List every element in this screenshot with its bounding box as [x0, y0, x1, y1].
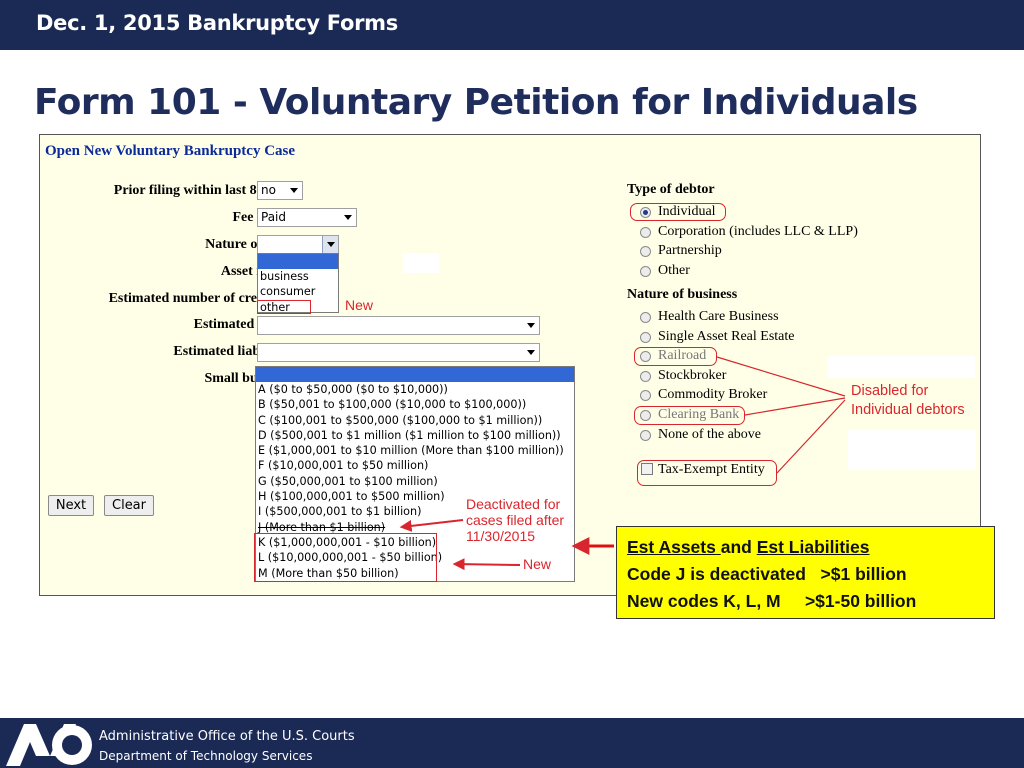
clear-button[interactable]: Clear [104, 495, 154, 516]
highlighted-blank-option[interactable] [256, 367, 574, 382]
deactivated-line-1: Deactivated for [466, 496, 561, 512]
callout-est-liabilities: Est Liabilities [756, 537, 870, 557]
blank-patch [403, 253, 439, 273]
option-partnership-label: Partnership [658, 243, 722, 258]
deactivated-line-3: 11/30/2015 [466, 528, 536, 544]
prior-filing-select[interactable]: no [257, 181, 303, 200]
callout-line-2: Code J is deactivated >$1 billion [627, 564, 907, 584]
option-stockbroker-label: Stockbroker [658, 368, 727, 383]
range-option-d[interactable]: D ($500,001 to $1 million ($1 million to… [256, 428, 574, 443]
radio-other[interactable] [640, 266, 651, 277]
chevron-down-icon [290, 188, 298, 193]
option-none-label: None of the above [658, 427, 762, 442]
chevron-down-icon [344, 215, 352, 220]
option-commodity-broker-label: Commodity Broker [658, 387, 768, 402]
callout-est-assets: Est Assets [627, 537, 721, 557]
blank-patch [827, 356, 975, 378]
form-heading: Open New Voluntary Bankruptcy Case [45, 143, 296, 159]
range-option-e[interactable]: E ($1,000,001 to $10 million (More than … [256, 443, 574, 458]
blank-patch [848, 430, 976, 470]
clearing-bank-highlight [634, 406, 745, 425]
callout-and: and [720, 537, 757, 557]
radio-commodity-broker[interactable] [640, 390, 651, 401]
option-health-care-label: Health Care Business [658, 309, 779, 324]
radio-none[interactable] [640, 430, 651, 441]
ao-logo [6, 724, 92, 766]
fee-status-value: Paid [261, 210, 287, 224]
deactivated-annotation: Deactivated for cases filed after 11/30/… [466, 496, 564, 544]
header-title: Dec. 1, 2015 Bankruptcy Forms [36, 11, 398, 35]
disabled-annotation: Disabled for Individual debtors [851, 382, 965, 420]
option-other-label: Other [658, 263, 690, 278]
debt-option-business[interactable]: business [258, 269, 338, 284]
est-assets-select[interactable] [257, 316, 540, 335]
disabled-line-2: Individual debtors [851, 402, 965, 418]
chevron-down-icon [527, 350, 535, 355]
footer-bar: Administrative Office of the U.S. Courts… [0, 718, 1024, 768]
new-codes-highlight [254, 533, 437, 582]
chevron-down-icon [327, 242, 335, 247]
nature-of-debt-select[interactable] [257, 235, 339, 254]
highlighted-blank-option[interactable] [258, 254, 338, 269]
option-single-asset-label: Single Asset Real Estate [658, 329, 795, 344]
callout-line-3: New codes K, L, M >$1-50 billion [627, 591, 917, 611]
chevron-down-icon [527, 323, 535, 328]
new-codes-annotation: New [523, 556, 552, 572]
range-option-a[interactable]: A ($0 to $50,000 ($0 to $10,000)) [256, 382, 574, 397]
nature-of-business-heading: Nature of business [627, 287, 738, 302]
callout-line-1: Est Assets and Est Liabilities [627, 534, 994, 561]
next-button[interactable]: Next [48, 495, 94, 516]
radio-stockbroker[interactable] [640, 371, 651, 382]
prior-filing-value: no [261, 183, 276, 197]
individual-highlight [630, 203, 726, 221]
callout-box: Est Assets and Est Liabilities Code J is… [616, 526, 995, 619]
radio-single-asset[interactable] [640, 332, 651, 343]
radio-partnership[interactable] [640, 246, 651, 257]
range-option-c[interactable]: C ($100,001 to $500,000 ($100,000 to $1 … [256, 413, 574, 428]
radio-health-care[interactable] [640, 312, 651, 323]
tax-exempt-highlight [637, 460, 777, 486]
slide-title: Form 101 - Voluntary Petition for Indivi… [34, 82, 918, 123]
range-option-g[interactable]: G ($50,000,001 to $100 million) [256, 474, 574, 489]
range-option-b[interactable]: B ($50,001 to $100,000 ($10,000 to $100,… [256, 397, 574, 412]
railroad-highlight [634, 347, 717, 366]
header-bar: Dec. 1, 2015 Bankruptcy Forms [0, 0, 1024, 50]
dropdown-button [322, 236, 338, 253]
disabled-line-1: Disabled for [851, 383, 929, 399]
radio-corporation[interactable] [640, 227, 651, 238]
option-corporation-label: Corporation (includes LLC & LLP) [658, 224, 858, 239]
fee-status-select[interactable]: Paid [257, 208, 357, 227]
footer-dept: Department of Technology Services [99, 749, 313, 763]
range-option-f[interactable]: F ($10,000,001 to $50 million) [256, 458, 574, 473]
footer-org: Administrative Office of the U.S. Courts [99, 729, 355, 744]
new-debt-annotation: New [345, 297, 374, 313]
debt-option-consumer[interactable]: consumer [258, 284, 338, 299]
deactivated-line-2: cases filed after [466, 512, 565, 528]
est-liabilities-select[interactable] [257, 343, 540, 362]
type-of-debtor-heading: Type of debtor [627, 182, 715, 197]
new-option-highlight [257, 300, 311, 314]
